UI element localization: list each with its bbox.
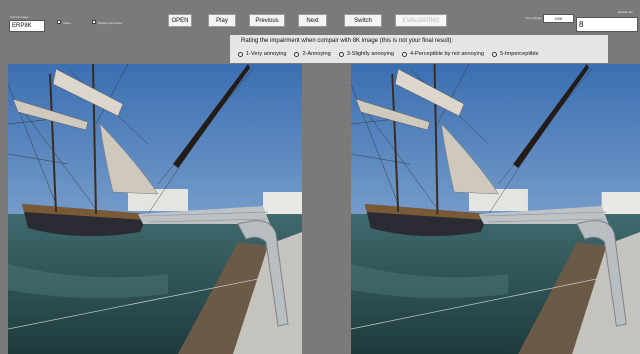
rating-option-2[interactable]: 2-Annoying — [294, 51, 331, 57]
time-field[interactable]: 1000 — [543, 14, 574, 23]
rating-panel: Rating the impairment when compair with … — [230, 35, 608, 63]
video-checkbox[interactable] — [57, 20, 61, 24]
evaluating-status: EVALUATING — [395, 14, 447, 27]
fullscreen-checkbox-label: Display full screen — [98, 21, 123, 25]
format-label: Format image — [10, 15, 29, 19]
time-label: Time display — [525, 16, 542, 20]
play-button[interactable]: Play — [208, 14, 236, 27]
radio-icon — [492, 51, 498, 57]
open-button[interactable]: OPEN — [168, 14, 192, 27]
ship-photo-right — [351, 64, 640, 354]
reference-image — [8, 64, 302, 354]
next-button[interactable]: Next — [298, 14, 327, 27]
rating-option-1[interactable]: 1-Very annoying — [238, 51, 286, 57]
radio-icon — [402, 51, 408, 57]
test-image — [351, 64, 640, 354]
rating-option-4[interactable]: 4-Perceptible by not annoying — [402, 51, 484, 57]
rating-option-3[interactable]: 3-Slightly annoying — [338, 51, 394, 57]
result-field[interactable]: 8 — [576, 17, 638, 32]
video-checkbox-label: Video — [63, 21, 71, 25]
fullscreen-checkbox[interactable] — [92, 20, 96, 24]
switch-button[interactable]: Switch — [344, 14, 382, 27]
ship-photo-left — [8, 64, 302, 354]
radio-icon — [338, 51, 344, 57]
rating-options: 1-Very annoying 2-Annoying 3-Slightly an… — [238, 51, 547, 57]
result-label: Results file — [618, 10, 633, 14]
radio-icon — [294, 51, 300, 57]
previous-button[interactable]: Previous — [249, 14, 285, 27]
rating-question: Rating the impairment when compair with … — [241, 38, 454, 44]
radio-icon — [238, 51, 243, 57]
format-field[interactable]: ERP8K — [9, 20, 45, 32]
rating-option-5[interactable]: 5-Imperceptible — [492, 51, 539, 57]
